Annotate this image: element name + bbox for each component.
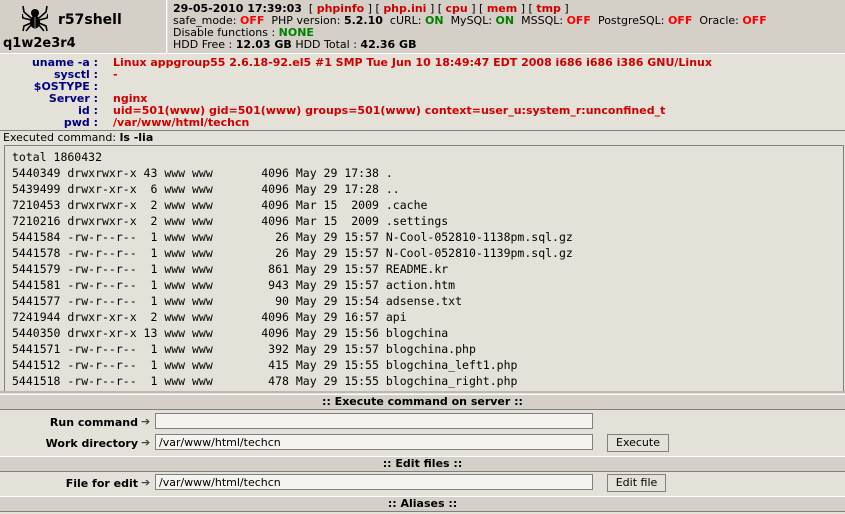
horizontal-scrollbar[interactable]: [0, 391, 845, 393]
sysinfo-value: -: [113, 68, 118, 81]
file-for-edit-label: File for edit: [65, 477, 138, 490]
edit-files-section-header: :: Edit files ::: [0, 456, 845, 472]
hdd-total-value: 42.36 GB: [360, 38, 417, 51]
curl-value: ON: [425, 14, 444, 27]
spider-icon: [22, 5, 48, 32]
output-line: 5440349 drwxrwxr-x 43 www www 4096 May 2…: [12, 166, 393, 180]
output-line: 5441579 -rw-r--r-- 1 www www 861 May 29 …: [12, 262, 449, 276]
edit-file-button[interactable]: Edit file: [607, 474, 666, 492]
executed-command-value: ls -lia: [119, 131, 154, 144]
output-line: 5441578 -rw-r--r-- 1 www www 26 May 29 1…: [12, 246, 573, 260]
aliases-section-header: :: Aliases ::: [0, 496, 845, 512]
sysinfo-label: pwd :: [63, 116, 98, 129]
system-info-table: uname -a : Linux appgroup55 2.6.18-92.el…: [0, 55, 845, 131]
logo-cell: r57shell q1w2e3r4: [0, 0, 167, 54]
output-line: total 1860432: [12, 150, 103, 164]
info-line-4: HDD Free : 12.03 GB HDD Total : 42.36 GB: [173, 38, 416, 51]
work-directory-row: Work directory ➔ Execute: [0, 433, 845, 453]
header-bar: r57shell q1w2e3r4 29-05-2010 17:39:03 [ …: [0, 0, 845, 54]
file-for-edit-input[interactable]: [155, 474, 593, 490]
run-command-input[interactable]: [155, 413, 593, 429]
postgresql-label: PostgreSQL:: [597, 14, 665, 27]
logo-text: r57shell: [58, 12, 122, 28]
work-directory-label: Work directory: [45, 437, 138, 450]
output-line: 5441584 -rw-r--r-- 1 www www 26 May 29 1…: [12, 230, 573, 244]
sysinfo-value: Linux appgroup55 2.6.18-92.el5 #1 SMP Tu…: [113, 56, 712, 69]
mysql-label: MySQL:: [450, 14, 493, 27]
php-version-value: 5.2.10: [343, 14, 383, 27]
output-line: 5441577 -rw-r--r-- 1 www www 90 May 29 1…: [12, 294, 463, 308]
hdd-free-value: 12.03 GB: [235, 38, 292, 51]
work-directory-input[interactable]: [155, 434, 593, 450]
execute-section-header: :: Execute command on server ::: [0, 394, 845, 410]
mysql-value: ON: [495, 14, 515, 27]
executed-command-bar: Executed command: ls -lia: [3, 131, 153, 144]
command-output[interactable]: total 1860432 5440349 drwxrwxr-x 43 www …: [4, 145, 844, 393]
run-command-row: Run command ➔: [0, 412, 845, 432]
arrow-right-icon: ➔: [141, 436, 151, 449]
sysinfo-value: /var/www/html/techcn: [113, 116, 250, 129]
output-line: 5441571 -rw-r--r-- 1 www www 392 May 29 …: [12, 342, 476, 356]
mssql-label: MSSQL:: [521, 14, 564, 27]
hdd-free-label: HDD Free :: [173, 38, 233, 51]
postgresql-value: OFF: [667, 14, 693, 27]
curl-label: cURL:: [389, 14, 422, 27]
oracle-value: OFF: [742, 14, 767, 27]
output-line: 5439499 drwxr-xr-x 6 www www 4096 May 29…: [12, 182, 400, 196]
output-line: 5441518 -rw-r--r-- 1 www www 478 May 29 …: [12, 374, 518, 388]
output-line: 5440350 drwxr-xr-x 13 www www 4096 May 2…: [12, 326, 449, 340]
execute-button[interactable]: Execute: [607, 434, 669, 452]
oracle-label: Oracle:: [699, 14, 739, 27]
hostname: q1w2e3r4: [3, 36, 76, 51]
output-line: 5441512 -rw-r--r-- 1 www www 415 May 29 …: [12, 358, 518, 372]
arrow-right-icon: ➔: [141, 415, 151, 428]
mssql-value: OFF: [566, 14, 591, 27]
executed-command-label: Executed command:: [3, 131, 117, 144]
output-line: 7210453 drwxrwxr-x 2 www www 4096 Mar 15…: [12, 198, 428, 212]
file-for-edit-row: File for edit ➔ Edit file: [0, 473, 845, 493]
output-line: 7210216 drwxrwxr-x 2 www www 4096 Mar 15…: [12, 214, 449, 228]
output-line: 5441581 -rw-r--r-- 1 www www 943 May 29 …: [12, 278, 456, 292]
run-command-label: Run command: [49, 416, 138, 429]
output-line: 7241944 drwxr-xr-x 2 www www 4096 May 29…: [12, 310, 407, 324]
hdd-total-label: HDD Total :: [295, 38, 357, 51]
server-info: 29-05-2010 17:39:03 [ phpinfo ] [ php.in…: [168, 0, 845, 54]
arrow-right-icon: ➔: [141, 476, 151, 489]
